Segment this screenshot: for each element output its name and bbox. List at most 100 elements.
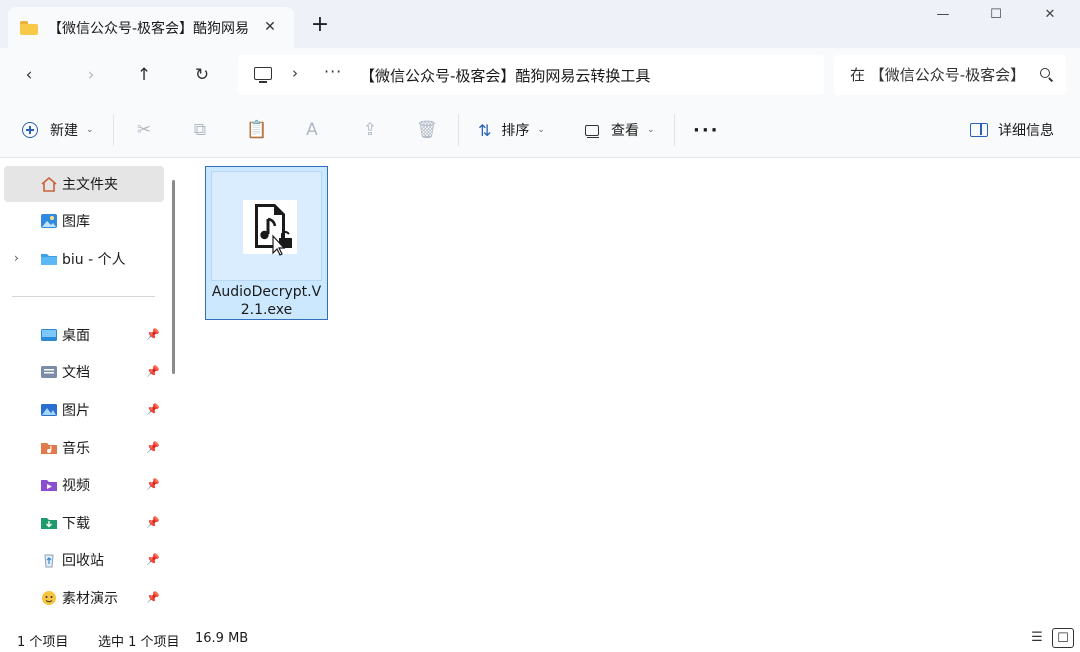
sidebar-item-custom-folder[interactable]: 素材演示 📌 [4, 580, 164, 616]
refresh-button[interactable]: ↻ [189, 62, 215, 88]
chevron-down-icon: ⌄ [647, 125, 655, 135]
view-label: 查看 [611, 123, 639, 139]
pin-icon[interactable]: 📌 [146, 553, 160, 566]
command-bar: 新建 ⌄ ✂ ⧉ 📋 A ⇪ 🗑 ⇅ 排序 ⌄ 查看 ⌄ ··· 详细信息 [0, 102, 1080, 158]
sidebar-item-label: 桌面 [62, 328, 90, 344]
selection-count: 选中 1 个项目 [98, 635, 180, 650]
downloads-icon [40, 515, 58, 531]
pin-icon[interactable]: 📌 [146, 328, 160, 341]
cut-icon[interactable]: ✂ [134, 120, 154, 140]
audio-file-icon [243, 200, 297, 256]
delete-icon[interactable]: 🗑 [416, 120, 438, 140]
new-plus-icon [22, 122, 38, 138]
breadcrumb-current-folder[interactable]: 【微信公众号-极客会】酷狗网易云转换工具 [360, 65, 650, 86]
view-button[interactable]: 查看 ⌄ [585, 118, 655, 142]
documents-icon [40, 364, 58, 380]
custom-folder-icon [40, 590, 58, 606]
details-pane-button[interactable]: 详细信息 [970, 118, 1054, 142]
close-window-button[interactable]: ✕ [1027, 0, 1073, 30]
breadcrumb-more-button[interactable]: ··· [324, 62, 342, 81]
see-more-button[interactable]: ··· [693, 118, 720, 142]
breadcrumb-separator[interactable]: › [292, 64, 298, 82]
pictures-icon [40, 402, 58, 418]
pin-icon[interactable]: 📌 [146, 516, 160, 529]
share-icon[interactable]: ⇪ [360, 120, 380, 140]
sidebar-item-videos[interactable]: 视频 📌 [4, 467, 164, 503]
pin-icon[interactable]: 📌 [146, 478, 160, 491]
videos-icon [40, 477, 58, 493]
navigation-bar: ‹ › ↑ ↻ › ··· 【微信公众号-极客会】酷狗网易云转换工具 [0, 48, 1080, 102]
navigation-pane[interactable]: 主文件夹 图库 › biu - 个人 桌面 📌 文档 📌 图片 📌 音乐 📌 视… [0, 158, 186, 624]
file-name: AudioDecrypt.V2.1.exe [211, 284, 322, 318]
sort-button[interactable]: ⇅ 排序 ⌄ [478, 118, 545, 142]
tab-close-button[interactable]: ✕ [260, 17, 280, 37]
sidebar-item-home[interactable]: 主文件夹 [4, 166, 164, 202]
back-button[interactable]: ‹ [16, 62, 42, 88]
address-bar[interactable]: › ··· 【微信公众号-极客会】酷狗网易云转换工具 [238, 55, 824, 95]
title-bar: 【微信公众号-极客会】酷狗网易云转换工具 ✕ + — ☐ ✕ [0, 0, 1080, 48]
music-icon [40, 440, 58, 456]
sidebar-item-label: 主文件夹 [62, 177, 118, 193]
gallery-icon [40, 213, 58, 229]
sidebar-item-downloads[interactable]: 下载 📌 [4, 505, 164, 541]
sidebar-item-label: 视频 [62, 478, 90, 494]
onedrive-folder-icon [40, 251, 58, 267]
new-label: 新建 [50, 123, 78, 139]
forward-button[interactable]: › [78, 62, 104, 88]
item-count: 1 个项目 [17, 635, 69, 650]
selection-size: 16.9 MB [195, 631, 249, 646]
folder-icon [20, 20, 38, 35]
home-icon [40, 176, 58, 192]
rename-icon[interactable]: A [302, 120, 322, 140]
sidebar-item-onedrive[interactable]: biu - 个人 [4, 241, 164, 277]
paste-icon[interactable]: 📋 [246, 120, 267, 140]
toolbar-divider [458, 114, 459, 146]
copy-icon[interactable]: ⧉ [190, 120, 210, 140]
sidebar-item-label: 音乐 [62, 441, 90, 457]
sidebar-scrollbar[interactable] [172, 180, 175, 374]
sidebar-item-label: 下载 [62, 516, 90, 532]
sidebar-item-desktop[interactable]: 桌面 📌 [4, 317, 164, 353]
search-box[interactable] [834, 55, 1066, 95]
pin-icon[interactable]: 📌 [146, 441, 160, 454]
up-button[interactable]: ↑ [131, 62, 157, 88]
details-view-icon[interactable]: ☰ [1026, 628, 1048, 648]
large-icons-view-icon[interactable]: ☐ [1052, 628, 1074, 648]
minimize-button[interactable]: — [920, 0, 966, 30]
maximize-button[interactable]: ☐ [973, 0, 1019, 30]
pin-icon[interactable]: 📌 [146, 365, 160, 378]
desktop-icon [40, 327, 58, 343]
recycle-bin-icon [40, 552, 58, 568]
sidebar-item-music[interactable]: 音乐 📌 [4, 430, 164, 466]
toolbar-divider [113, 114, 114, 146]
toolbar-divider [674, 114, 675, 146]
file-list-area[interactable]: AudioDecrypt.V2.1.exe [186, 158, 1080, 624]
sort-label: 排序 [501, 123, 530, 139]
chevron-down-icon: ⌄ [86, 125, 94, 135]
search-input[interactable] [850, 66, 1020, 84]
sidebar-item-label: 图片 [62, 403, 90, 419]
pin-icon[interactable]: 📌 [146, 591, 160, 604]
view-icon [585, 124, 599, 138]
sidebar-item-recycle-bin[interactable]: 回收站 📌 [4, 542, 164, 578]
sidebar-item-label: 图库 [62, 214, 90, 230]
pin-icon[interactable]: 📌 [146, 403, 160, 416]
file-item[interactable]: AudioDecrypt.V2.1.exe [205, 166, 328, 320]
sidebar-item-label: 回收站 [62, 553, 104, 569]
sidebar-item-label: 素材演示 [62, 591, 118, 607]
sidebar-item-label: 文档 [62, 365, 90, 381]
status-bar: 1 个项目 选中 1 个项目 16.9 MB ☰ ☐ [0, 624, 1080, 652]
new-button[interactable]: 新建 ⌄ [22, 118, 94, 142]
sidebar-item-label: biu - 个人 [62, 252, 126, 268]
sidebar-item-pictures[interactable]: 图片 📌 [4, 392, 164, 428]
tab-current-folder[interactable]: 【微信公众号-极客会】酷狗网易云转换工具 ✕ [8, 7, 294, 48]
sidebar-item-documents[interactable]: 文档 📌 [4, 354, 164, 390]
details-label: 详细信息 [998, 123, 1054, 139]
chevron-down-icon: ⌄ [537, 125, 545, 135]
this-pc-icon[interactable] [254, 67, 272, 83]
sidebar-item-gallery[interactable]: 图库 [4, 203, 164, 239]
new-tab-button[interactable]: + [308, 14, 332, 38]
file-thumbnail [211, 171, 322, 281]
search-icon[interactable] [1040, 68, 1050, 78]
sort-icon: ⇅ [478, 120, 492, 140]
